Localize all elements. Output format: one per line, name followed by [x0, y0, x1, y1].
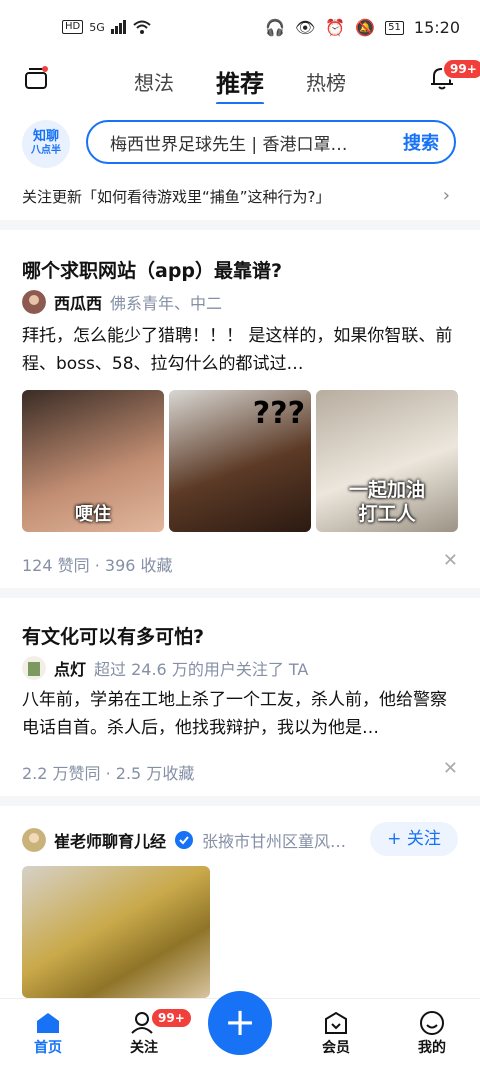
vip-icon: [325, 1011, 347, 1034]
logo-line1: 知聊: [32, 129, 59, 144]
hd-indicator: HD: [62, 20, 84, 34]
card-meta: 124 赞同 · 396 收藏: [22, 556, 173, 575]
notification-badge: 99+: [442, 58, 480, 80]
verified-icon: [175, 831, 194, 849]
image-caption: 哽住: [75, 504, 111, 525]
home-icon: [37, 1013, 59, 1033]
tab-recommend[interactable]: 推荐: [216, 64, 264, 105]
follow-badge: 99+: [150, 1007, 193, 1029]
bottom-nav: 首页 关注 99+ + 会员 我的: [0, 991, 480, 1068]
wifi-icon: [133, 20, 151, 34]
avatar: [22, 828, 46, 852]
battery-icon: 51: [385, 20, 404, 35]
card-image[interactable]: 哽住: [22, 390, 164, 532]
search-button[interactable]: 搜索: [388, 129, 454, 155]
card-excerpt[interactable]: 八年前，学弟在工地上杀了一个工友，杀人前，他给警察电话自首。杀人后，他找我辩护，…: [22, 686, 458, 742]
author-name: 崔老师聊育儿经: [54, 832, 167, 851]
top-header: 想法 推荐 热榜 99+: [0, 58, 480, 105]
chevron-right-icon: ›: [442, 185, 450, 206]
follow-update-bar[interactable]: 关注更新「如何看待游戏里“捕鱼”这种行为?」 ›: [0, 176, 480, 220]
status-bar: HD 5G 🎧 👁 ⏰ 🔕 51 15:20: [0, 0, 480, 58]
follow-button[interactable]: + 关注: [370, 822, 458, 856]
card-author[interactable]: 崔老师聊育儿经 张掖市甘州区童风…: [22, 828, 346, 852]
avatar: [22, 290, 46, 314]
card-author[interactable]: 西瓜西 佛系青年、中二: [22, 290, 222, 314]
headphones-icon: 🎧: [265, 18, 285, 37]
search-row: 知聊 八点半 梅西世界足球先生 | 香港口罩… 搜索: [0, 104, 480, 176]
eye-icon: 👁: [295, 18, 316, 37]
author-name: 西瓜西: [54, 294, 103, 313]
nav-home[interactable]: 首页: [18, 1009, 78, 1057]
card-author[interactable]: 点灯 超过 24.6 万的用户关注了 TA: [22, 656, 308, 680]
create-button[interactable]: +: [208, 991, 272, 1055]
author-desc: 张掖市甘州区童风…: [202, 832, 347, 851]
image-caption: 一起加油 打工人: [348, 479, 425, 525]
nav-vip-label: 会员: [322, 1040, 350, 1056]
card-image[interactable]: ???: [169, 390, 311, 532]
zhihu-logo[interactable]: 知聊 八点半: [22, 120, 70, 168]
network-label: 5G: [89, 20, 105, 34]
card-image[interactable]: 一起加油 打工人: [316, 390, 458, 532]
nav-follow-label: 关注: [130, 1040, 158, 1056]
feed-card[interactable]: 有文化可以有多可怕? 点灯 超过 24.6 万的用户关注了 TA 八年前，学弟在…: [0, 598, 480, 796]
clock: 15:20: [413, 18, 460, 37]
logo-line2: 八点半: [31, 145, 61, 156]
profile-icon: [420, 1011, 444, 1035]
close-icon[interactable]: ✕: [443, 758, 458, 779]
author-desc: 佛系青年、中二: [110, 294, 223, 313]
card-meta: 2.2 万赞同 · 2.5 万收藏: [22, 764, 195, 783]
image-caption: ???: [252, 396, 305, 431]
close-icon[interactable]: ✕: [443, 550, 458, 571]
card-excerpt[interactable]: 拜托，怎么能少了猎聘！！！ 是这样的，如果你智联、前程、boss、58、拉勾什么…: [22, 322, 458, 378]
card-title[interactable]: 哪个求职网站（app）最靠谱?: [22, 256, 282, 283]
card-title[interactable]: 有文化可以有多可怕?: [22, 622, 204, 649]
mute-icon: 🔕: [355, 18, 376, 37]
tab-ideas[interactable]: 想法: [134, 67, 174, 96]
author-name: 点灯: [54, 660, 87, 679]
signal-icon: [110, 20, 126, 34]
card-image[interactable]: [22, 866, 210, 998]
author-desc: 超过 24.6 万的用户关注了 TA: [94, 660, 309, 679]
nav-me[interactable]: 我的: [402, 1009, 462, 1057]
avatar: [22, 656, 46, 680]
nav-me-label: 我的: [418, 1040, 446, 1056]
search-query: 梅西世界足球先生 | 香港口罩…: [110, 134, 348, 155]
alarm-icon: ⏰: [325, 18, 346, 37]
nav-home-label: 首页: [34, 1040, 62, 1056]
follow-update-text: 关注更新「如何看待游戏里“捕鱼”这种行为?」: [22, 188, 331, 206]
nav-vip[interactable]: 会员: [306, 1009, 366, 1057]
tab-hot[interactable]: 热榜: [306, 67, 346, 96]
search-input[interactable]: 梅西世界足球先生 | 香港口罩… 搜索: [86, 120, 456, 164]
